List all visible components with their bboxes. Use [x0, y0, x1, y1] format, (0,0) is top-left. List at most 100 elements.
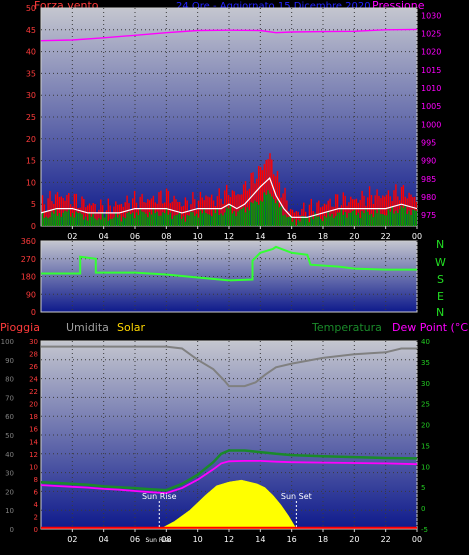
wind-avg-bar: [201, 213, 203, 226]
dew-point-axis-label: Dew Point (°C): [392, 321, 469, 334]
wind-avg-bar: [107, 220, 109, 226]
y-tick-label: 180: [21, 273, 36, 282]
y-tick-label: 40: [26, 48, 36, 57]
wind-avg-bar: [66, 211, 68, 226]
y-tick-label: 26: [29, 363, 38, 371]
wind-avg-bar: [248, 210, 250, 226]
wind-avg-bar: [274, 203, 277, 226]
wind-avg-bar: [318, 216, 320, 226]
wind-avg-bar: [306, 217, 309, 226]
wind-avg-bar: [265, 194, 267, 226]
wind-avg-bar: [145, 213, 147, 226]
wind-avg-bar: [402, 208, 405, 226]
wind-avg-bar: [41, 212, 44, 226]
wind-avg-bar: [101, 212, 104, 226]
y-tick-label: 40: [421, 338, 430, 346]
wind-avg-bar: [68, 209, 70, 226]
wind-avg-bar: [175, 215, 177, 226]
wind-avg-bar: [393, 213, 395, 226]
wind-avg-bar: [378, 208, 380, 226]
wind-avg-bar: [188, 215, 190, 226]
wind-avg-bar: [133, 218, 136, 226]
wind-avg-bar: [241, 208, 243, 226]
y-tick-label: 20: [26, 135, 36, 144]
wind-avg-bar: [276, 200, 279, 226]
y-tick-label: 16: [29, 426, 38, 434]
compass-labels: N W S E N: [435, 238, 446, 319]
y-tick-label: 80: [5, 376, 14, 384]
rain-axis-label: Pioggia: [0, 321, 40, 334]
wind-avg-bar: [147, 217, 149, 226]
wind-avg-bar: [192, 212, 194, 226]
wind-avg-bar: [352, 210, 354, 226]
wind-avg-bar: [109, 218, 111, 226]
wind-avg-bar: [100, 219, 102, 226]
wind-avg-bar: [103, 217, 106, 226]
y-tick-label: 1015: [421, 66, 441, 75]
sunrise-axis-label: Sun Rise: [146, 537, 172, 544]
x-tick-label: 18: [318, 232, 328, 241]
wind-avg-bar: [376, 213, 378, 226]
x-tick-label: 18: [318, 535, 328, 544]
wind-avg-bar: [171, 218, 173, 226]
y-tick-label: 0: [31, 308, 36, 317]
x-tick-label: 20: [349, 232, 359, 241]
y-tick-label: 270: [21, 255, 36, 264]
compass-s: S: [437, 273, 444, 286]
y-axis-pressure: 975 980 985 990 995 1000 1005 1010 1015 1020 1025 1…: [421, 11, 441, 220]
wind-avg-bar: [361, 211, 363, 226]
x-tick-label: 00: [412, 232, 422, 241]
wind-avg-bar: [385, 215, 388, 226]
wind-avg-bar: [164, 213, 166, 226]
y-tick-label: 20: [29, 401, 38, 409]
wind-avg-bar: [51, 211, 53, 226]
wind-avg-bar: [73, 217, 76, 226]
y-tick-label: 995: [421, 138, 436, 147]
wind-avg-bar: [205, 213, 207, 226]
wind-avg-bar: [203, 208, 205, 226]
wind-avg-bar: [382, 214, 384, 226]
y-tick-label: 10: [26, 178, 36, 187]
wind-avg-bar: [258, 204, 260, 226]
y-tick-label: 10: [5, 507, 14, 515]
wind-avg-bar: [325, 217, 328, 226]
y-axis-rain: 024681012141618202224262830: [29, 338, 38, 534]
y-tick-label: 30: [26, 91, 36, 100]
wind-avg-bar: [229, 205, 232, 226]
wind-avg-bar: [269, 193, 271, 226]
y-tick-label: 30: [29, 338, 38, 346]
wind-avg-bar: [222, 215, 224, 226]
wind-avg-bar: [312, 219, 314, 226]
wind-avg-bar: [372, 217, 375, 226]
wind-avg-bar: [299, 221, 301, 226]
wind-avg-bar: [237, 211, 239, 226]
wind-avg-bar: [374, 210, 376, 226]
wind-avg-bar: [242, 207, 245, 226]
wind-avg-bar: [218, 215, 220, 226]
wind-avg-bar: [397, 213, 399, 226]
wind-avg-bar: [357, 212, 359, 226]
y-tick-label: 12: [29, 451, 38, 459]
y-tick-label: 18: [29, 413, 38, 421]
x-tick-label: 12: [224, 232, 234, 241]
wind-avg-bar: [88, 213, 91, 226]
wind-avg-bar: [282, 215, 284, 226]
wind-avg-bar: [214, 213, 217, 226]
y-tick-label: 25: [421, 401, 430, 409]
y-tick-label: 360: [21, 237, 36, 246]
y-axis-wind: 0 5 10 15 20 25 30 35 40 45 50: [26, 4, 36, 231]
wind-direction-chart: 0 90 180 270 360 N W S E N: [21, 237, 446, 319]
wind-avg-bar: [340, 208, 343, 226]
wind-avg-bar: [43, 217, 46, 226]
wind-avg-bar: [404, 206, 406, 226]
wind-avg-bar: [355, 215, 358, 226]
wind-avg-bar: [308, 222, 311, 226]
wind-avg-bar: [128, 211, 130, 226]
y-tick-label: 1030: [421, 11, 441, 20]
wind-avg-bar: [383, 215, 386, 226]
wind-avg-bar: [395, 210, 397, 226]
y-tick-label: 975: [421, 211, 436, 220]
wind-avg-bar: [81, 214, 83, 226]
wind-avg-bar: [233, 211, 235, 226]
wind-avg-bar: [244, 212, 247, 226]
